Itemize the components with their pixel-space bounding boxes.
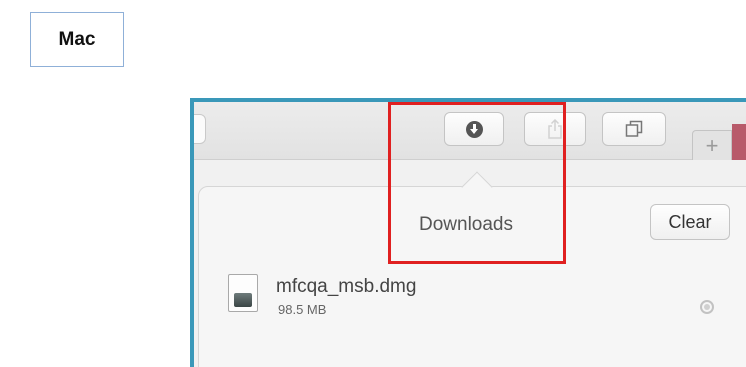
- os-label: Mac: [30, 12, 124, 67]
- new-tab-button[interactable]: +: [692, 130, 732, 160]
- download-item[interactable]: mfcqa_msb.dmg 98.5 MB: [194, 274, 746, 344]
- tabs-overview-button[interactable]: [602, 112, 666, 146]
- tabs-overview-icon: [625, 120, 643, 137]
- file-size: 98.5 MB: [278, 302, 327, 317]
- highlight-box: [388, 102, 566, 264]
- disk-image-icon: [228, 274, 258, 312]
- stage: Mac + Downloads Clear mfcqa_msb.dmg 98.5…: [0, 0, 746, 367]
- file-name: mfcqa_msb.dmg: [276, 276, 417, 297]
- clear-button[interactable]: Clear: [650, 204, 730, 240]
- address-bar[interactable]: [194, 114, 206, 144]
- tab-strip-edge: [732, 124, 746, 160]
- reveal-magnifier-icon[interactable]: [700, 300, 714, 314]
